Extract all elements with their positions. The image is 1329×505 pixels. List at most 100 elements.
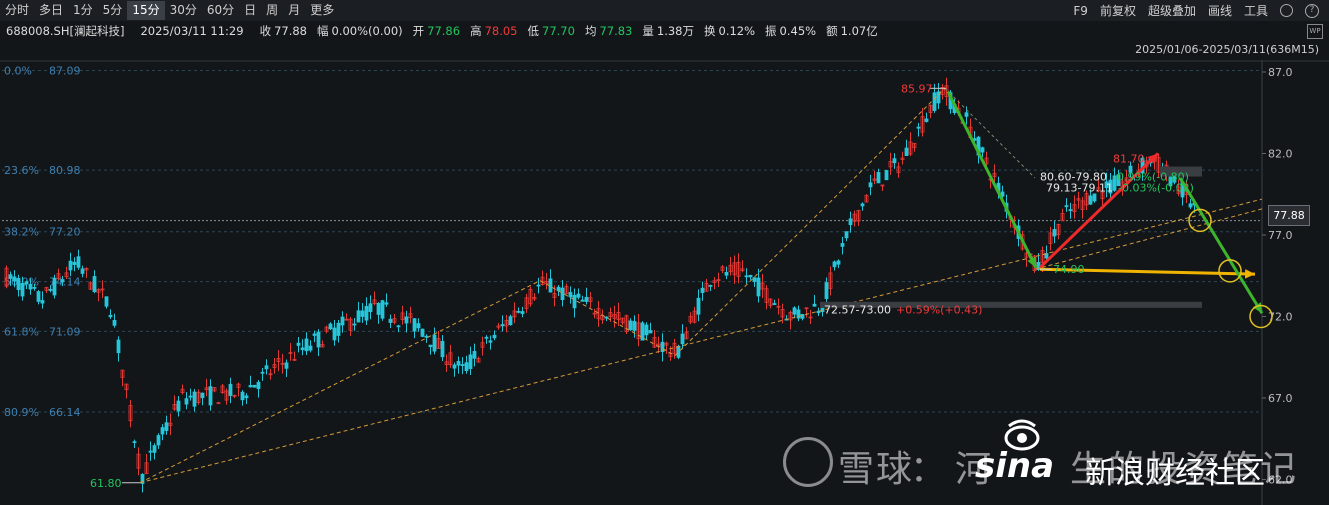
candle-body [472, 351, 477, 359]
candle-body [176, 400, 181, 412]
candle-body [800, 314, 805, 319]
high-peak-label: 85.97 [901, 82, 933, 95]
fib-level-price: 71.09 [49, 325, 81, 338]
green-arrow-down-2 [1178, 177, 1264, 315]
candle-body [756, 277, 761, 297]
candle-body [8, 274, 13, 279]
change2-label: -0.03%(-0.02) [1118, 182, 1194, 195]
candle-body [184, 398, 189, 405]
y-axis-label: 87.0 [1268, 66, 1293, 79]
candle-body [360, 310, 365, 317]
candle-body [24, 281, 29, 285]
candle-body [252, 384, 257, 388]
candle-body [980, 147, 985, 153]
current-price-tag: 77.88 [1268, 205, 1310, 226]
fib-level-pct: 38.2% [4, 226, 39, 239]
candle-body [68, 260, 73, 271]
watermark-sep: ： [910, 449, 949, 490]
candle-body [1088, 195, 1093, 205]
candle-body [300, 347, 305, 351]
candle-body [536, 284, 541, 287]
candle-body [860, 203, 865, 207]
candle-body [248, 385, 253, 388]
candle-body [308, 345, 313, 351]
candle-body [932, 92, 937, 111]
candle-body [508, 316, 513, 326]
candle-body [380, 300, 385, 319]
candle-body [416, 323, 421, 329]
box-range-label: 72.57-73.00 [824, 303, 891, 316]
candle-body [432, 334, 437, 352]
candle-body [700, 287, 705, 293]
candle-body [148, 450, 153, 453]
candle-body [488, 340, 493, 343]
candle-body [812, 303, 817, 307]
candle-body [332, 327, 337, 341]
candle-body [748, 274, 753, 278]
candle-body [364, 306, 369, 321]
candle-body [832, 261, 837, 268]
y-axis-label: 67.0 [1268, 392, 1293, 405]
candle-body [1068, 209, 1073, 212]
candle-body [328, 323, 333, 330]
candle-body [676, 345, 681, 358]
candle-body [884, 170, 889, 181]
candle-body [560, 287, 565, 301]
candle-body [964, 112, 969, 117]
candle-body [848, 218, 853, 226]
candle-body [92, 276, 97, 293]
candle-body [468, 354, 473, 370]
candle-body [520, 311, 525, 314]
green-arrow-down-1 [946, 90, 1038, 269]
candle-body [724, 271, 729, 276]
candle-body [264, 365, 269, 370]
candle-body [492, 334, 497, 339]
candle-body [772, 303, 777, 305]
candle-body [892, 158, 897, 164]
candle-body [568, 292, 573, 298]
candle-body [304, 338, 309, 352]
candle-body [116, 339, 121, 354]
candle-body [844, 231, 849, 239]
candle-body [440, 340, 445, 358]
candle-body [428, 344, 433, 347]
candle-body [628, 320, 633, 331]
candle-body [924, 118, 929, 122]
trend-line-up-1 [139, 280, 541, 484]
candle-body [876, 172, 881, 184]
candle-body [500, 324, 505, 327]
candle-body [52, 277, 57, 296]
candle-body [412, 318, 417, 332]
candle-body [792, 307, 797, 315]
candle-body [556, 286, 561, 292]
candle-body [48, 288, 53, 291]
fib-level-price: 77.20 [49, 226, 81, 239]
candle-body [460, 364, 465, 366]
fib-level-price: 80.98 [49, 164, 81, 177]
candle-body [516, 310, 521, 313]
candle-body [452, 364, 457, 369]
candle-body [76, 256, 81, 268]
low-start-label: 61.80 [90, 477, 122, 490]
candlestick-chart[interactable]: 0.0% 87.0923.6% 80.9838.2% 77.2050.0% 74.146… [0, 0, 1329, 505]
candle-body [584, 296, 589, 302]
y-axis-label: 77.0 [1268, 229, 1293, 242]
candle-body [228, 383, 233, 396]
candle-body [796, 309, 801, 319]
mid-low-label: 74.90 [1053, 263, 1085, 276]
candle-body [164, 422, 169, 431]
candle-body [824, 282, 829, 299]
candle-body [80, 268, 85, 274]
candle-body [340, 316, 345, 326]
candle-body [752, 277, 757, 282]
candle-body [484, 336, 489, 339]
fib-level-price: 66.14 [49, 406, 81, 419]
candle-body [284, 362, 289, 369]
candle-body [72, 261, 77, 265]
candle-body [356, 310, 361, 323]
gray-dashed-line [944, 87, 1036, 179]
candle-body [336, 322, 341, 336]
xueqiu-logo-icon [783, 437, 833, 487]
candle-body [60, 279, 65, 283]
candle-body [160, 427, 165, 435]
